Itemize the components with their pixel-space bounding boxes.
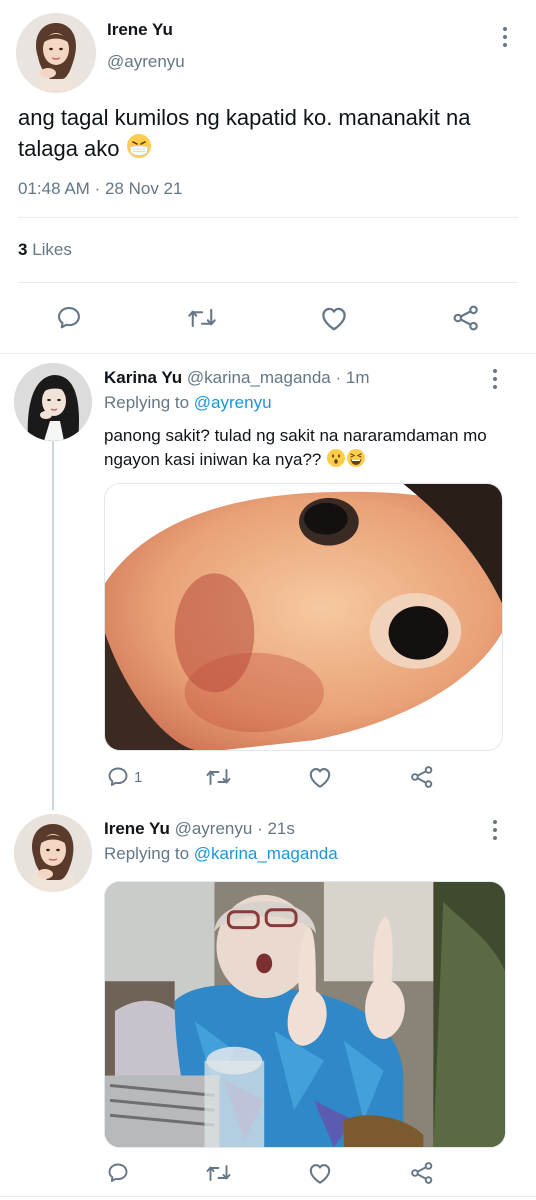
share-icon xyxy=(411,766,433,788)
tweet-time: 01:48 AM xyxy=(18,179,90,198)
replying-to: Replying to @karina_maganda xyxy=(104,844,338,864)
more-options-icon[interactable] xyxy=(485,366,505,392)
like-icon xyxy=(309,768,331,788)
share-button[interactable] xyxy=(409,1160,435,1186)
like-button[interactable] xyxy=(307,1161,333,1185)
reply-count: 1 xyxy=(134,768,143,786)
share-icon xyxy=(453,305,478,331)
face-with-medical-mask-emoji xyxy=(126,134,151,158)
reply-header: Karina Yu @karina_maganda · 1m xyxy=(104,368,370,388)
reply-text: panong sakit? tulad ng sakit na nararamd… xyxy=(104,424,514,472)
share-button[interactable] xyxy=(409,764,435,790)
main-tweet-body: ang tagal kumilos ng kapatid ko. mananak… xyxy=(18,105,471,161)
retweet-icon xyxy=(206,1165,231,1181)
avatar-irene[interactable] xyxy=(14,814,92,892)
divider xyxy=(18,217,518,218)
main-author-handle[interactable]: @ayrenyu xyxy=(107,52,185,72)
replying-to: Replying to @ayrenyu xyxy=(104,393,272,413)
main-tweet-timestamp[interactable]: 01:48 AM · 28 Nov 21 xyxy=(18,179,182,199)
more-options-icon[interactable] xyxy=(485,817,505,843)
header-separator: · xyxy=(335,368,342,387)
avatar-main[interactable] xyxy=(16,13,96,93)
replying-to-link[interactable]: @karina_maganda xyxy=(194,844,338,863)
reply-author-handle[interactable]: @ayrenyu xyxy=(175,819,253,838)
reply-body: panong sakit? tulad ng sakit na nararamd… xyxy=(104,426,487,469)
share-button[interactable] xyxy=(451,303,481,333)
like-button[interactable] xyxy=(307,765,333,789)
retweet-button[interactable] xyxy=(187,304,217,332)
meta-separator: · xyxy=(94,179,101,198)
likes-link[interactable]: 3 Likes xyxy=(18,240,72,260)
likes-label: Likes xyxy=(32,240,72,259)
reply-icon xyxy=(58,307,80,329)
main-author-name[interactable]: Irene Yu xyxy=(107,20,173,40)
retweet-button[interactable] xyxy=(205,765,232,789)
main-tweet-text: ang tagal kumilos ng kapatid ko. mananak… xyxy=(18,103,518,164)
header-separator: · xyxy=(257,819,263,838)
like-icon xyxy=(309,1164,331,1184)
retweet-icon xyxy=(206,769,231,785)
like-button[interactable] xyxy=(319,304,349,332)
retweet-icon xyxy=(188,308,216,328)
reply-author-name[interactable]: Karina Yu xyxy=(104,368,182,387)
share-icon xyxy=(411,1162,433,1184)
reply-icon xyxy=(108,767,128,786)
reply-author-name[interactable]: Irene Yu xyxy=(104,819,170,838)
grinning-squinting-face-emoji xyxy=(347,449,366,467)
reply-media-image[interactable] xyxy=(104,483,503,751)
avatar-karina[interactable] xyxy=(14,363,92,441)
hushed-face-emoji xyxy=(327,449,346,467)
likes-count: 3 xyxy=(18,240,28,259)
replying-label: Replying to xyxy=(104,393,190,412)
reply-header: Irene Yu @ayrenyu · 21s xyxy=(104,819,295,839)
divider xyxy=(0,353,536,354)
reply-button[interactable] xyxy=(106,1161,130,1185)
divider xyxy=(18,282,518,283)
retweet-button[interactable] xyxy=(205,1161,232,1185)
replying-label: Replying to xyxy=(104,844,190,863)
reply-media-image[interactable] xyxy=(104,881,506,1148)
reply-author-handle[interactable]: @karina_maganda xyxy=(187,368,331,387)
thread-line xyxy=(52,440,54,810)
like-icon xyxy=(322,307,346,331)
reply-icon xyxy=(108,1163,128,1182)
reply-time[interactable]: 21s xyxy=(267,819,294,838)
reply-button[interactable] xyxy=(55,304,83,332)
replying-to-link[interactable]: @ayrenyu xyxy=(194,393,272,412)
tweet-date: 28 Nov 21 xyxy=(104,179,183,198)
more-options-icon[interactable] xyxy=(495,24,515,50)
reply-button[interactable]: 1 xyxy=(106,765,142,789)
reply-time[interactable]: 1m xyxy=(346,368,370,387)
divider xyxy=(0,1196,536,1197)
